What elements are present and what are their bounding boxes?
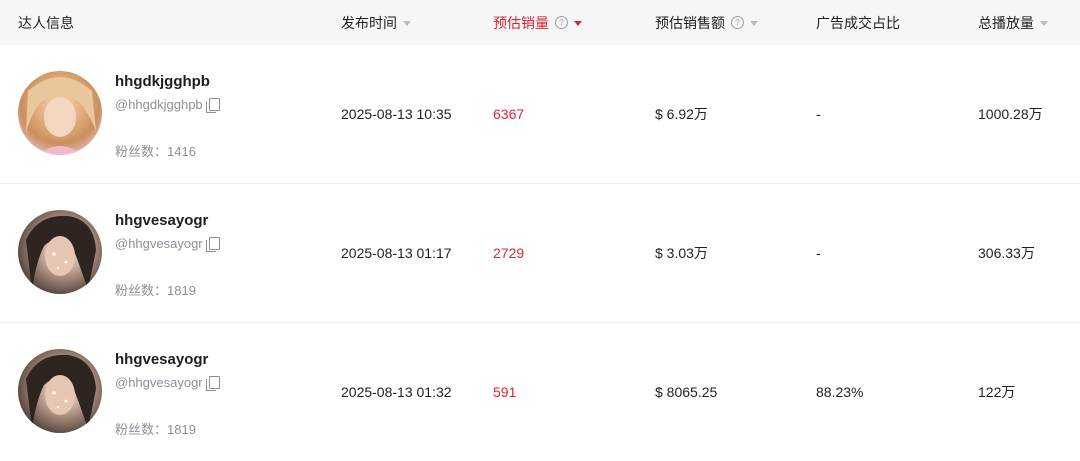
question-circle-icon[interactable]: ?	[731, 16, 744, 29]
influencer-handle-text: @hhgdkjgghpb	[115, 97, 203, 112]
col-ad-ratio-label: 广告成交占比	[816, 14, 900, 31]
fans-count: 粉丝数：1416	[115, 144, 196, 159]
table-row: hhgdkjgghpb @hhgdkjgghpb 粉丝数：1416 2025-0…	[0, 45, 1080, 184]
col-ad-ratio: 广告成交占比	[816, 0, 900, 45]
influencer-table: 达人信息 发布时间 预估销量 ? 预估销售额 ? 广告成交占比 总播放量 hhg…	[0, 0, 1080, 461]
copy-icon[interactable]	[205, 376, 220, 391]
influencer-name[interactable]: hhgvesayogr	[115, 212, 208, 229]
influencer-name[interactable]: hhgvesayogr	[115, 351, 208, 368]
sort-caret-down-icon[interactable]	[574, 20, 582, 26]
col-publish-time[interactable]: 发布时间	[341, 0, 411, 45]
sort-caret-down-icon[interactable]	[750, 20, 758, 26]
publish-time: 2025-08-13 01:17	[341, 245, 452, 261]
total-views: 1000.28万	[978, 106, 1043, 122]
sort-caret-down-icon[interactable]	[1040, 20, 1048, 26]
table-row: hhgvesayogr @hhgvesayogr 粉丝数：1819 2025-0…	[0, 323, 1080, 461]
ad-ratio: -	[816, 106, 821, 122]
col-est-revenue-label: 预估销售额	[655, 14, 725, 31]
ad-ratio: -	[816, 245, 821, 261]
publish-time: 2025-08-13 10:35	[341, 106, 452, 122]
avatar-image	[26, 215, 96, 290]
est-sales: 591	[493, 384, 517, 400]
col-influencer-info-label: 达人信息	[18, 14, 74, 31]
question-circle-icon[interactable]: ?	[555, 16, 568, 29]
total-views: 306.33万	[978, 245, 1035, 261]
ad-ratio: 88.23%	[816, 384, 864, 400]
influencer-handle: @hhgvesayogr	[115, 375, 220, 391]
total-views: 122万	[978, 384, 1016, 400]
table-row: hhgvesayogr @hhgvesayogr 粉丝数：1819 2025-0…	[0, 184, 1080, 323]
col-est-sales[interactable]: 预估销量 ?	[493, 0, 582, 45]
table-header: 达人信息 发布时间 预估销量 ? 预估销售额 ? 广告成交占比 总播放量	[0, 0, 1080, 45]
copy-icon[interactable]	[205, 237, 220, 252]
influencer-handle: @hhgdkjgghpb	[115, 97, 220, 113]
fans-count: 粉丝数：1819	[115, 422, 196, 437]
influencer-name[interactable]: hhgdkjgghpb	[115, 73, 210, 90]
col-total-views-label: 总播放量	[978, 14, 1034, 31]
influencer-handle-text: @hhgvesayogr	[115, 375, 203, 390]
avatar[interactable]	[18, 349, 102, 433]
sort-caret-down-icon[interactable]	[403, 20, 411, 26]
publish-time: 2025-08-13 01:32	[341, 384, 452, 400]
est-revenue: $ 3.03万	[655, 245, 708, 261]
est-sales: 6367	[493, 106, 525, 122]
copy-icon[interactable]	[205, 98, 220, 113]
est-revenue: $ 6.92万	[655, 106, 708, 122]
col-total-views[interactable]: 总播放量	[978, 0, 1048, 45]
avatar[interactable]	[18, 210, 102, 294]
col-publish-time-label: 发布时间	[341, 14, 397, 31]
col-est-sales-label: 预估销量	[493, 14, 549, 31]
col-influencer-info: 达人信息	[18, 0, 74, 45]
est-revenue: $ 8065.25	[655, 384, 718, 400]
avatar[interactable]	[18, 71, 102, 155]
col-est-revenue[interactable]: 预估销售额 ?	[655, 0, 758, 45]
influencer-handle: @hhgvesayogr	[115, 236, 220, 252]
fans-count: 粉丝数：1819	[115, 283, 196, 298]
influencer-handle-text: @hhgvesayogr	[115, 236, 203, 251]
avatar-image	[26, 77, 96, 155]
avatar-image	[26, 354, 96, 429]
est-sales: 2729	[493, 245, 525, 261]
